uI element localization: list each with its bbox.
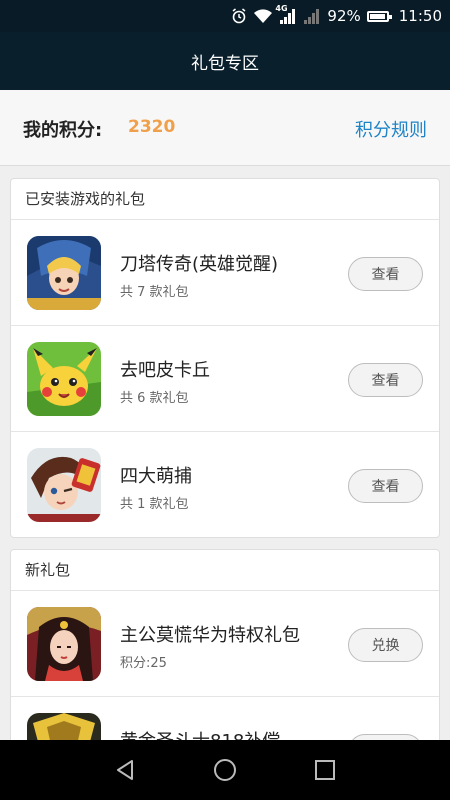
gift-name: 主公莫慌华为特权礼包 — [120, 625, 300, 646]
battery-icon — [366, 10, 392, 22]
game-name: 四大萌捕 — [120, 466, 192, 487]
view-button[interactable]: 查看 — [348, 257, 423, 291]
list-item[interactable]: 刀塔传奇(英雄觉醒) 共 7 款礼包 查看 — [11, 220, 439, 326]
points-value: 2320 — [128, 117, 176, 137]
game-name: 刀塔传奇(英雄觉醒) — [120, 254, 279, 275]
installed-games-section: 已安装游戏的礼包 刀塔传奇(英雄觉醒) 共 7 款礼包 查看 去吧皮卡丘 共 6… — [10, 178, 440, 538]
section-title: 已安装游戏的礼包 — [11, 179, 439, 220]
back-icon[interactable] — [110, 755, 140, 785]
redeem-button[interactable]: 兑换 — [348, 628, 423, 662]
points-rules-link[interactable]: 积分规则 — [355, 116, 427, 142]
signal-icon: 4G — [275, 4, 297, 24]
list-item[interactable]: 四大萌捕 共 1 款礼包 查看 — [11, 432, 439, 537]
wifi-icon — [253, 8, 273, 24]
list-item[interactable]: 去吧皮卡丘 共 6 款礼包 查看 — [11, 326, 439, 432]
status-bar: 4G 92% 11:50 — [0, 0, 450, 32]
clock: 11:50 — [398, 7, 442, 25]
gift-points: 积分:25 — [120, 656, 167, 671]
page-title: 礼包专区 — [191, 53, 259, 74]
gift-count: 共 7 款礼包 — [120, 285, 189, 300]
app-bar: 礼包专区 — [0, 32, 450, 90]
view-button[interactable]: 查看 — [348, 363, 423, 397]
recents-icon[interactable] — [310, 755, 340, 785]
alarm-icon — [231, 8, 247, 24]
points-label: 我的积分: — [23, 120, 103, 141]
points-bar: 我的积分: 2320 积分规则 — [0, 90, 450, 166]
section-title: 新礼包 — [11, 550, 439, 591]
list-item[interactable]: 主公莫慌华为特权礼包 积分:25 兑换 — [11, 591, 439, 697]
four-cute-catchers-game-icon — [27, 448, 101, 522]
gift-count: 共 1 款礼包 — [120, 497, 189, 512]
home-icon[interactable] — [210, 755, 240, 785]
gift-count: 共 6 款礼包 — [120, 391, 189, 406]
zhugong-mohuang-game-icon — [27, 607, 101, 681]
dota-legend-game-icon — [27, 236, 101, 310]
battery-percent: 92% — [327, 7, 361, 25]
navigation-bar — [0, 740, 450, 800]
status-icons: 4G 92% 11:50 — [231, 0, 442, 32]
signal-icon — [303, 8, 321, 24]
network-type: 4G — [275, 4, 288, 13]
game-name: 去吧皮卡丘 — [120, 360, 210, 381]
pikachu-game-icon — [27, 342, 101, 416]
view-button[interactable]: 查看 — [348, 469, 423, 503]
